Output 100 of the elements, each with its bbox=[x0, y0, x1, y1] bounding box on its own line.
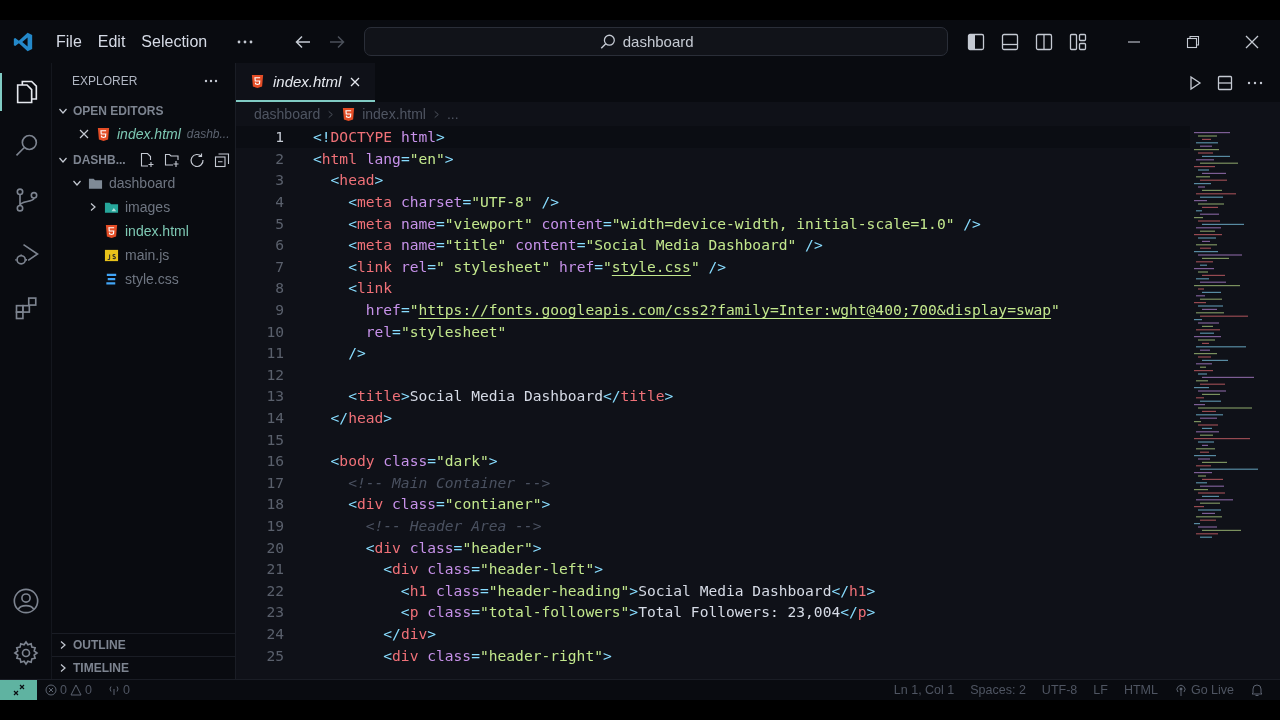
settings-icon[interactable] bbox=[11, 639, 40, 667]
line-number: 22 bbox=[265, 581, 284, 599]
broadcast-icon bbox=[1173, 683, 1188, 697]
status-item[interactable]: UTF-8 bbox=[1033, 683, 1086, 697]
code-line: /> bbox=[347, 344, 366, 362]
go-live-button[interactable]: Go Live bbox=[1165, 683, 1242, 697]
chevron-icon[interactable] bbox=[72, 178, 82, 188]
breadcrumb-item[interactable]: dashboard bbox=[254, 106, 321, 122]
code-line: <div class="contianer"> bbox=[347, 495, 551, 513]
collapse-all-icon[interactable] bbox=[213, 152, 230, 168]
ports-status[interactable]: 0 bbox=[99, 683, 138, 697]
new-file-icon[interactable] bbox=[138, 152, 155, 168]
code-line: <h1 class="header-heading">Social Media Dashboard</h1> bbox=[399, 581, 876, 599]
chevron-icon[interactable] bbox=[88, 202, 98, 212]
line-number: 14 bbox=[265, 409, 284, 426]
split-editor-icon[interactable] bbox=[1216, 73, 1234, 92]
menu-item[interactable]: Selection bbox=[133, 28, 216, 55]
code-line: <html lang="en"> bbox=[313, 149, 454, 167]
sidebar-title: EXPLORER bbox=[72, 74, 138, 88]
tree-item[interactable]: images bbox=[125, 199, 171, 215]
chevron-icon bbox=[58, 640, 68, 650]
code-line: <!DOCTYPE html> bbox=[313, 128, 445, 146]
line-number: 3 bbox=[274, 171, 284, 189]
toggle-panel-icon[interactable] bbox=[1000, 31, 1021, 52]
open-editor-item[interactable]: index.html dashb... bbox=[52, 122, 235, 146]
html-file-icon bbox=[96, 126, 111, 142]
html-file-icon bbox=[250, 74, 265, 89]
warning-icon bbox=[69, 684, 82, 696]
line-number: 8 bbox=[274, 279, 284, 297]
tree-item[interactable]: index.html bbox=[125, 223, 189, 239]
breadcrumb-item[interactable]: ... bbox=[447, 106, 459, 122]
status-item[interactable]: LF bbox=[1085, 683, 1116, 697]
code-line: <link rel=" stylesheet" href="style.css" /> bbox=[347, 257, 727, 275]
line-number: 20 bbox=[265, 538, 284, 556]
tree-item[interactable]: style.css bbox=[125, 271, 179, 287]
new-folder-icon[interactable] bbox=[163, 152, 180, 168]
tree-item[interactable]: main.js bbox=[125, 247, 170, 263]
notification-bell-icon[interactable] bbox=[1250, 683, 1264, 697]
code-line: rel="stylesheet" bbox=[364, 322, 507, 340]
antenna-icon bbox=[107, 684, 120, 696]
close-icon[interactable] bbox=[349, 75, 362, 88]
toggle-secondary-sidebar-icon[interactable] bbox=[1034, 31, 1055, 52]
js-file-icon bbox=[104, 247, 119, 263]
line-number: 2 bbox=[274, 149, 284, 167]
customize-layout-icon[interactable] bbox=[1068, 31, 1089, 52]
code-line: <head> bbox=[329, 171, 384, 189]
css-file-icon bbox=[104, 271, 119, 287]
code-line: <body class="dark"> bbox=[329, 452, 498, 470]
close-icon[interactable] bbox=[78, 128, 90, 140]
search-icon bbox=[598, 32, 617, 51]
chevron-icon bbox=[432, 109, 441, 119]
code-line: <div class="header-left"> bbox=[382, 560, 603, 578]
line-number: 19 bbox=[265, 517, 284, 534]
code-line: <p class="total-followers">Total Followers: 23,004</p> bbox=[399, 603, 876, 621]
line-number: 4 bbox=[274, 193, 284, 211]
refresh-icon[interactable] bbox=[188, 152, 205, 168]
code-line: </div> bbox=[382, 624, 437, 642]
remote-button[interactable] bbox=[0, 680, 37, 700]
chevron-icon bbox=[326, 109, 336, 119]
code-line: <!-- Main Container --> bbox=[347, 473, 551, 491]
line-number: 13 bbox=[265, 387, 284, 405]
status-item[interactable]: Spaces: 2 bbox=[962, 683, 1034, 697]
line-number: 6 bbox=[274, 236, 284, 254]
html-file-icon bbox=[104, 223, 119, 239]
breadcrumb-item[interactable]: index.html bbox=[341, 106, 426, 122]
remote-icon bbox=[11, 683, 26, 697]
status-item[interactable]: Ln 1, Col 1 bbox=[885, 683, 963, 697]
code-line: <link bbox=[347, 279, 393, 297]
toggle-sidebar-icon[interactable] bbox=[966, 31, 987, 52]
chevron-icon bbox=[58, 663, 68, 673]
menu-item[interactable]: Edit bbox=[89, 28, 134, 55]
line-number: 25 bbox=[265, 646, 284, 664]
account-icon[interactable] bbox=[11, 587, 40, 615]
line-number: 12 bbox=[265, 365, 284, 383]
menu-item[interactable]: File bbox=[48, 28, 90, 55]
error-icon bbox=[45, 684, 57, 696]
html-file-icon bbox=[341, 106, 357, 122]
line-number: 23 bbox=[265, 603, 284, 621]
code-line: <div class="header"> bbox=[364, 538, 542, 556]
line-number: 7 bbox=[274, 257, 284, 275]
vscode-logo-icon[interactable] bbox=[12, 30, 34, 53]
line-number: 1 bbox=[274, 128, 284, 146]
command-center-search[interactable]: dashboard bbox=[364, 27, 949, 56]
status-item[interactable]: HTML bbox=[1115, 683, 1166, 697]
tree-item[interactable]: dashboard bbox=[109, 175, 176, 191]
line-number: 5 bbox=[274, 214, 284, 232]
code-line: href="https://fonts.googleapis.com/css2?family=Inter:wght@400;700&display=swap" bbox=[364, 301, 1060, 319]
line-number: 11 bbox=[265, 344, 284, 362]
line-number: 24 bbox=[265, 624, 284, 642]
chevron-icon bbox=[58, 155, 68, 165]
editor-tab[interactable]: index.html bbox=[236, 63, 376, 102]
code-line: </head> bbox=[329, 409, 393, 426]
code-line: <!-- Header Area --> bbox=[364, 517, 542, 534]
section-header[interactable]: OPEN EDITORS bbox=[52, 100, 235, 122]
section-header[interactable]: OUTLINE bbox=[52, 633, 235, 656]
line-number: 15 bbox=[265, 430, 284, 448]
line-number: 18 bbox=[265, 495, 284, 513]
section-header[interactable]: DASHB... bbox=[52, 149, 235, 171]
code-line: <meta charset="UTF-8" /> bbox=[347, 193, 560, 211]
problems-status[interactable]: 0 0 bbox=[37, 683, 100, 697]
